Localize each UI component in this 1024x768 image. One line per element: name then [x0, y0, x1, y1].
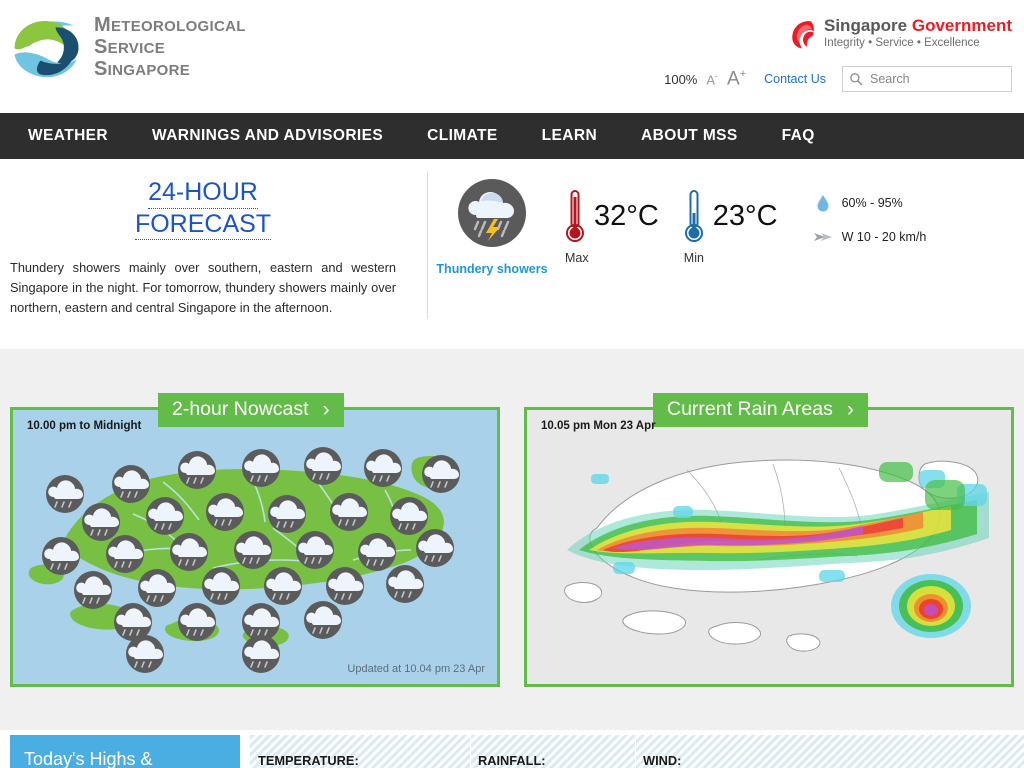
logo-line-3: SINGAPORE [94, 59, 246, 79]
nowcast-updated-label: Updated at 10.04 pm 23 Apr [347, 663, 485, 675]
search-input[interactable] [870, 72, 1005, 86]
logo-line-2: SERVICE [94, 37, 246, 57]
contact-us-link[interactable]: Contact Us [764, 72, 826, 86]
nowcast-map-card[interactable]: 10.00 pm to Midnight Updated at 10.04 pm… [10, 393, 500, 687]
nav-item-learn[interactable]: LEARN [542, 127, 597, 145]
forecast-description: Thundery showers mainly over southern, e… [10, 260, 396, 315]
search-box[interactable] [842, 66, 1012, 92]
nowcast-map-image[interactable] [13, 410, 497, 684]
page-root: METEOROLOGICAL SERVICE SINGAPORE Singapo… [0, 0, 1024, 768]
forecast-title-line2: FORECAST [134, 209, 272, 240]
zoom-level: 100% [664, 71, 698, 87]
humidity-value: 60% - 95% [841, 196, 903, 210]
gov-banner-tagline: Integrity • Service • Excellence [824, 36, 980, 49]
increase-font-label: A [727, 68, 740, 90]
wind-arrow-icon [813, 233, 832, 241]
decrease-font-label: A [706, 72, 716, 88]
radar-tab-button[interactable]: Current Rain Areas › [653, 393, 868, 427]
forecast-title-link[interactable]: 24-HOUR FORECAST [10, 177, 396, 240]
todays-highs-panel[interactable]: Today's Highs & [10, 735, 240, 768]
max-temperature-caption: Max [565, 251, 589, 265]
nowcast-time-range: 10.00 pm to Midnight [27, 420, 142, 432]
site-logo[interactable]: METEOROLOGICAL SERVICE SINGAPORE [10, 12, 246, 82]
max-temperature-value: 32°C [594, 199, 659, 232]
logo-cap: S [94, 36, 108, 58]
radar-map-card[interactable]: 10.05 pm Mon 23 Apr Current Rain Areas › [524, 393, 1014, 687]
min-temperature-value: 23°C [712, 199, 778, 232]
radar-map-graphic [527, 410, 1011, 684]
thermometer-blue-icon [684, 190, 703, 242]
bottom-striped-background [250, 735, 1024, 768]
gov-title-primary: Singapore [824, 16, 912, 35]
increase-font-sup: + [739, 67, 747, 80]
decrease-font-sup: - [715, 70, 719, 81]
logo-cap: S [94, 58, 108, 80]
logo-cap: M [94, 14, 111, 36]
bottom-strip: Today's Highs & TEMPERATURE: RAINFALL: W… [0, 730, 1024, 768]
chevron-right-icon: › [846, 398, 854, 421]
nav-item-climate[interactable]: CLIMATE [427, 127, 498, 145]
radar-map-image[interactable] [527, 410, 1011, 684]
wind-value: W 10 - 20 km/h [841, 230, 927, 244]
gov-banner-title: Singapore Government [824, 16, 1012, 36]
nowcast-tab-button[interactable]: 2-hour Nowcast › [158, 393, 344, 427]
mss-globe-logo-icon [13, 13, 80, 81]
nowcast-tab-label: 2-hour Nowcast [172, 398, 309, 420]
radar-timestamp: 10.05 pm Mon 23 Apr [541, 420, 656, 432]
rainfall-column-label: RAINFALL: [478, 753, 546, 768]
condition-block: Thundery showers [426, 171, 558, 276]
max-temperature-block: 32°C Max [564, 187, 659, 265]
wind-column-label: WIND: [643, 753, 682, 768]
nav-item-faq[interactable]: FAQ [782, 127, 815, 145]
bottom-separator-1 [470, 735, 471, 768]
forecast-conditions: Thundery showers 32°C Max 23°C Min 60% -… [426, 159, 1024, 349]
logo-rest: ERVICE [107, 40, 166, 57]
maps-section: 10.00 pm to Midnight Updated at 10.04 pm… [0, 349, 1024, 730]
forecast-title-line1: 24-HOUR [148, 177, 258, 209]
temperature-group: 32°C Max 23°C Min [564, 171, 802, 265]
humidity-row: 60% - 95% [812, 193, 927, 213]
nav-item-warnings-and-advisories[interactable]: WARNINGS AND ADVISORIES [152, 127, 383, 145]
forecast-section: 24-HOUR FORECAST Thundery showers mainly… [0, 159, 1024, 349]
main-navigation: WEATHER WARNINGS AND ADVISORIES CLIMATE … [0, 113, 1024, 159]
temperature-column-label: TEMPERATURE: [258, 753, 359, 768]
thundery-showers-icon [458, 179, 526, 247]
chevron-right-icon: › [322, 398, 330, 421]
gov-title-accent: Government [911, 16, 1012, 35]
logo-line-1: METEOROLOGICAL [94, 15, 246, 35]
decrease-font-button[interactable]: A- [706, 71, 718, 87]
utility-bar: 100% A- A+ Contact Us [664, 64, 1012, 94]
singapore-government-banner: Singapore Government Integrity • Service… [785, 16, 1012, 51]
water-droplet-icon [817, 195, 829, 212]
condition-label: Thundery showers [436, 262, 548, 276]
forecast-summary: 24-HOUR FORECAST Thundery showers mainly… [0, 159, 426, 349]
forecast-meta-group: 60% - 95% W 10 - 20 km/h [812, 171, 927, 261]
forecast-divider [427, 171, 428, 319]
logo-rest: INGAPORE [107, 62, 191, 79]
magnifier-icon [850, 73, 863, 86]
nowcast-map-graphic [13, 410, 497, 684]
logo-rest: ETEOROLOGICAL [110, 18, 246, 35]
singapore-lion-head-icon [792, 21, 814, 49]
nav-item-weather[interactable]: WEATHER [28, 127, 108, 145]
radar-tab-label: Current Rain Areas [667, 398, 833, 420]
nav-item-about-mss[interactable]: ABOUT MSS [641, 127, 738, 145]
thermometer-red-icon [566, 190, 584, 242]
increase-font-button[interactable]: A+ [727, 68, 746, 90]
site-header: METEOROLOGICAL SERVICE SINGAPORE Singapo… [0, 0, 1024, 113]
bottom-separator-2 [635, 735, 636, 768]
wind-row: W 10 - 20 km/h [812, 227, 927, 247]
min-temperature-caption: Min [683, 251, 704, 265]
min-temperature-block: 23°C Min [683, 187, 778, 265]
